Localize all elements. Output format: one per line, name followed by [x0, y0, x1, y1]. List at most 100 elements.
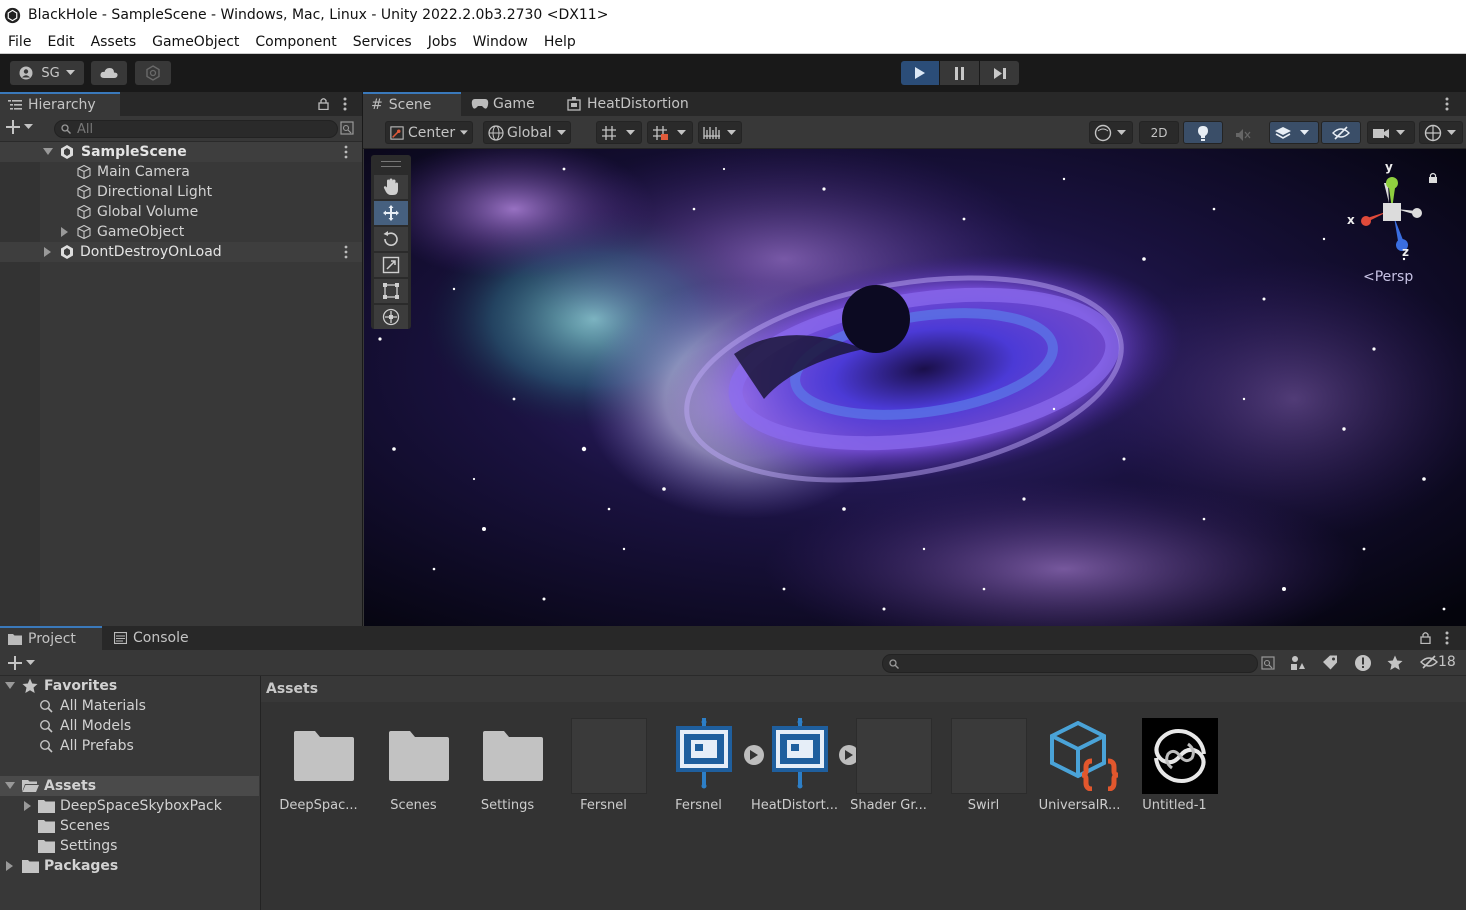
collapse-arrow-icon[interactable]	[61, 227, 69, 237]
tab-scene[interactable]: # Scene	[363, 92, 461, 116]
expand-arrow-icon[interactable]	[5, 782, 15, 790]
tab-console[interactable]: Console	[106, 626, 206, 650]
account-dropdown[interactable]: SG	[10, 61, 84, 85]
step-button[interactable]	[980, 61, 1019, 85]
menu-help[interactable]: Help	[536, 34, 584, 50]
create-button[interactable]	[6, 120, 33, 134]
asset-item[interactable]: Settings	[460, 718, 555, 838]
orientation-gizmo[interactable]: y x z <Persp	[1339, 159, 1437, 289]
gizmos-dropdown[interactable]	[1419, 121, 1463, 144]
collapse-arrow-icon[interactable]	[44, 247, 52, 257]
play-button[interactable]	[901, 61, 939, 85]
kebab-menu-icon[interactable]	[1445, 97, 1449, 111]
asset-item[interactable]: HeatDistort...	[747, 718, 859, 838]
toggle-2d-button[interactable]: 2D	[1139, 121, 1179, 144]
search-filter-icon[interactable]	[1261, 656, 1275, 670]
search-icon	[889, 658, 899, 669]
menu-edit[interactable]: Edit	[39, 34, 82, 50]
kebab-menu-icon[interactable]	[343, 97, 347, 111]
lighting-toggle[interactable]	[1183, 121, 1223, 144]
collapse-arrow-icon[interactable]	[6, 861, 14, 871]
tree-item-assets[interactable]: Assets	[0, 776, 259, 796]
tree-item-all-models[interactable]: All Models	[0, 716, 259, 736]
search-filter-icon[interactable]	[340, 121, 354, 135]
hierarchy-item-directional-light[interactable]: Directional Light	[0, 182, 362, 202]
rect-tool-button[interactable]	[374, 279, 408, 303]
tree-item-scenes[interactable]: Scenes	[0, 816, 259, 836]
pivot-dropdown[interactable]: Center	[385, 121, 473, 144]
drag-handle-icon[interactable]	[381, 161, 401, 167]
asset-item[interactable]: Shader Gr...	[841, 718, 936, 838]
menu-assets[interactable]: Assets	[83, 34, 145, 50]
pause-button[interactable]	[940, 61, 979, 85]
filter-by-type-icon[interactable]	[1290, 655, 1306, 671]
menu-services[interactable]: Services	[345, 34, 420, 50]
camera-icon	[1373, 128, 1389, 138]
lock-icon[interactable]	[1420, 631, 1431, 644]
menu-component[interactable]: Component	[247, 34, 344, 50]
hierarchy-item-samplescene[interactable]: SampleScene	[0, 142, 362, 162]
filter-by-label-icon[interactable]	[1322, 655, 1338, 671]
asset-item[interactable]: Untitled-1	[1127, 718, 1222, 838]
tree-item-all-prefabs[interactable]: All Prefabs	[0, 736, 259, 756]
kebab-menu-icon[interactable]	[344, 145, 348, 159]
draw-mode-dropdown[interactable]	[1089, 121, 1133, 144]
hierarchy-item-dontdestroyonload[interactable]: DontDestroyOnLoad	[0, 242, 362, 262]
hierarchy-item-gameobject[interactable]: GameObject	[0, 222, 362, 242]
asset-item[interactable]: DeepSpac...	[271, 718, 366, 838]
asset-item[interactable]: UniversalR...	[1032, 718, 1127, 838]
warning-filter-icon[interactable]	[1354, 654, 1372, 672]
tree-item-all-materials[interactable]: All Materials	[0, 696, 259, 716]
tree-item-favorites[interactable]: Favorites	[0, 676, 259, 696]
audio-toggle[interactable]	[1235, 127, 1251, 146]
hierarchy-item-global-volume[interactable]: Global Volume	[0, 202, 362, 222]
tree-item-deepspaceskyboxpack[interactable]: DeepSpaceSkyboxPack	[0, 796, 259, 816]
scene-visibility-toggle[interactable]	[1321, 121, 1361, 144]
tree-item-label: Assets	[44, 778, 97, 794]
grid-snap-dropdown[interactable]	[596, 121, 642, 144]
menu-gameobject[interactable]: GameObject	[144, 34, 247, 50]
scale-tool-button[interactable]	[374, 253, 408, 277]
project-create-button[interactable]	[8, 656, 35, 670]
menu-window[interactable]: Window	[465, 34, 536, 50]
asset-item[interactable]: Scenes	[366, 718, 461, 838]
increment-snap-dropdown[interactable]	[647, 121, 693, 144]
rotate-tool-button[interactable]	[374, 227, 408, 251]
hierarchy-item-main-camera[interactable]: Main Camera	[0, 162, 362, 182]
expand-arrow-icon[interactable]	[5, 682, 15, 690]
kebab-menu-icon[interactable]	[344, 245, 348, 259]
tab-project[interactable]: Project	[0, 626, 102, 650]
asset-item[interactable]: Fersnel	[556, 718, 651, 838]
collapse-arrow-icon[interactable]	[24, 801, 32, 811]
scene-viewport[interactable]: y x z <Persp	[364, 149, 1466, 626]
effects-dropdown[interactable]	[1269, 121, 1319, 144]
hierarchy-search-input[interactable]: All	[54, 120, 338, 138]
ruler-dropdown[interactable]	[698, 121, 742, 144]
kebab-menu-icon[interactable]	[1445, 631, 1449, 645]
camera-dropdown[interactable]	[1367, 121, 1415, 144]
tab-game[interactable]: Game	[463, 92, 555, 116]
asset-item[interactable]: Fersnel	[651, 718, 764, 838]
menu-jobs[interactable]: Jobs	[420, 34, 465, 50]
hand-tool-button[interactable]	[374, 175, 408, 199]
expand-arrow-icon[interactable]	[43, 148, 53, 156]
lock-icon[interactable]	[318, 97, 329, 110]
tab-hierarchy[interactable]: Hierarchy	[0, 92, 120, 116]
breadcrumb-assets[interactable]: Assets	[266, 681, 318, 697]
cloud-button[interactable]	[91, 61, 127, 85]
menu-file[interactable]: File	[0, 34, 39, 50]
shading-sphere-icon	[1094, 124, 1112, 141]
tree-item-settings[interactable]: Settings	[0, 836, 259, 856]
tab-heatdistortion[interactable]: HeatDistortion	[559, 92, 709, 116]
asset-item[interactable]: Swirl	[936, 718, 1031, 838]
project-search-input[interactable]	[882, 654, 1258, 673]
collab-button[interactable]	[135, 61, 171, 85]
star-icon[interactable]	[1387, 655, 1403, 671]
tree-item-packages[interactable]: Packages	[0, 856, 259, 876]
transform-tool-button[interactable]	[374, 305, 408, 329]
move-tool-button[interactable]	[374, 201, 408, 225]
hidden-packages-toggle[interactable]: 18	[1420, 654, 1456, 670]
gizmo-lock-icon[interactable]	[1428, 172, 1438, 184]
perspective-toggle[interactable]: <Persp	[1363, 269, 1413, 285]
space-dropdown[interactable]: Global	[483, 121, 571, 144]
